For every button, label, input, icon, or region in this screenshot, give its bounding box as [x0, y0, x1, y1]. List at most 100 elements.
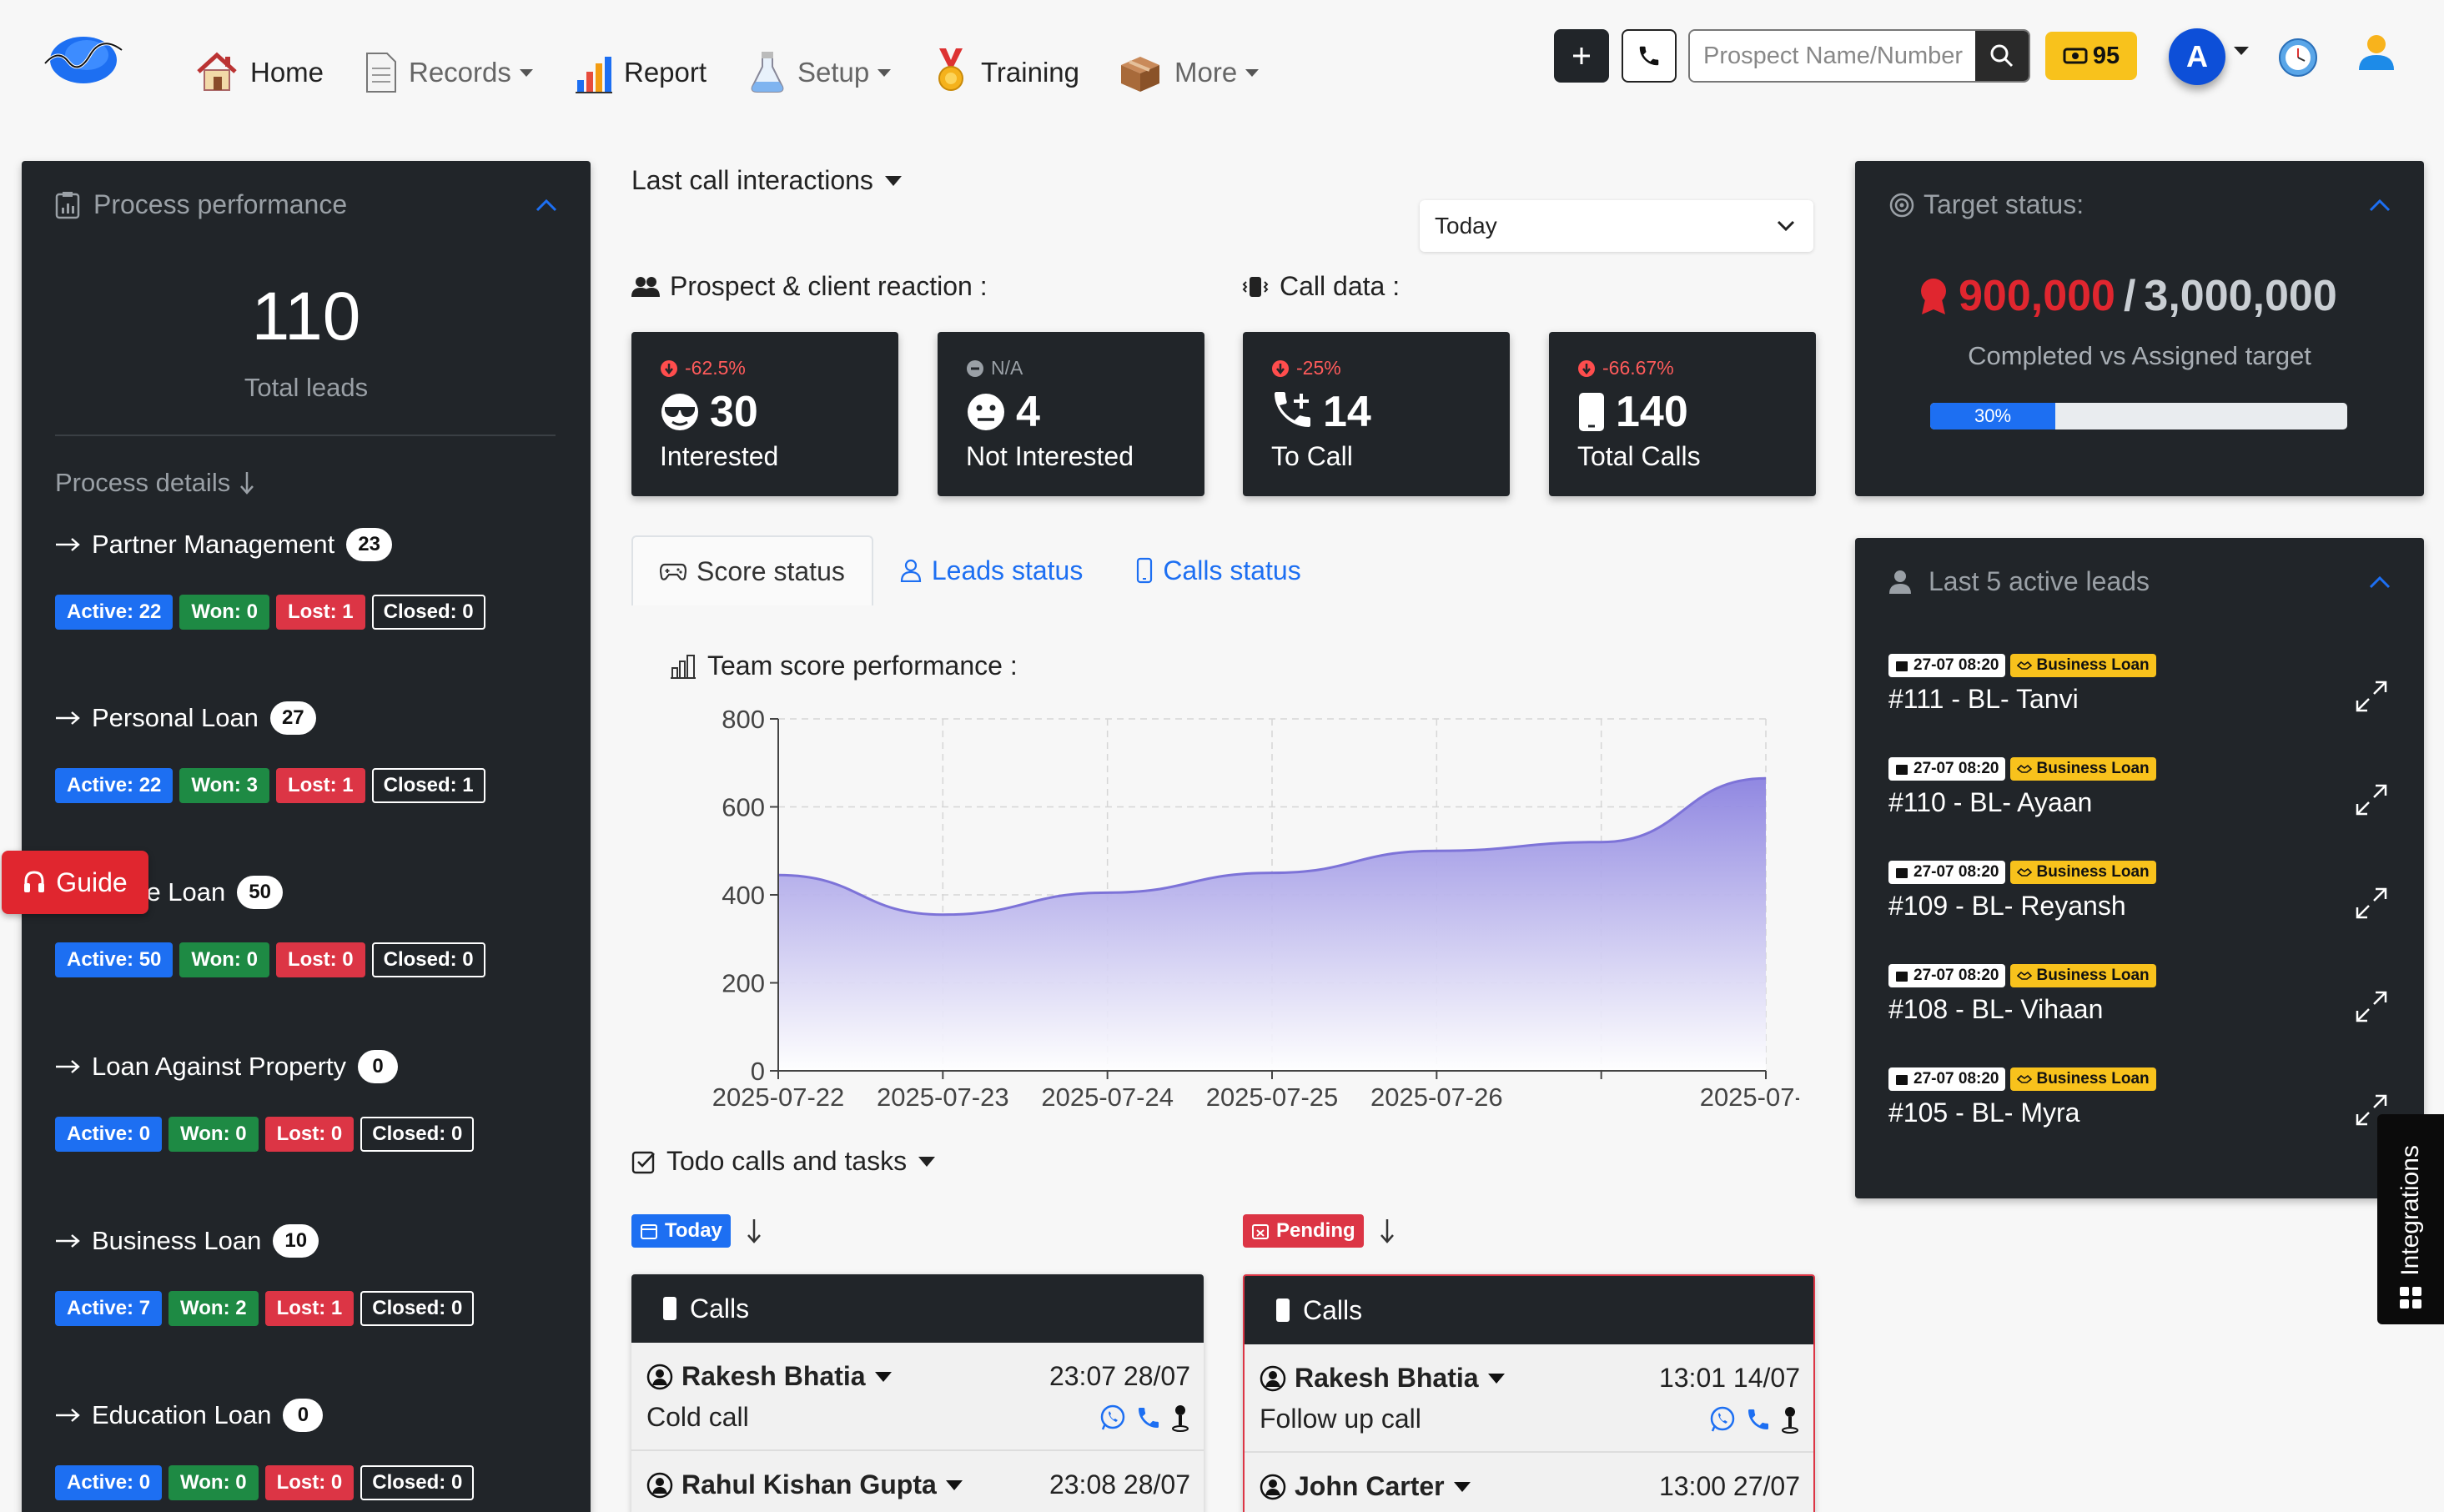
active-leads-title: Last 5 active leads [1929, 566, 2150, 596]
expand-icon[interactable] [2354, 782, 2389, 817]
avatar-caret-icon[interactable] [2234, 47, 2249, 55]
expand-icon[interactable] [2354, 989, 2389, 1024]
process-item[interactable]: Loan Against Property 0 [55, 1050, 399, 1083]
caret-down-icon[interactable] [874, 1371, 893, 1383]
stat-card-to-call[interactable]: -25% 14 To Call [1243, 332, 1510, 496]
lead-item[interactable]: 27-07 08:20 Business Loan #110 - BL- Ayaan [1888, 757, 2389, 857]
nav-more[interactable]: More [1118, 20, 1260, 93]
lead-process: Business Loan [2036, 863, 2150, 881]
guide-button[interactable]: Guide [2, 851, 148, 914]
person-pin-icon[interactable] [1780, 1405, 1800, 1434]
avatar[interactable]: A [2169, 28, 2225, 85]
status-badge-closed[interactable]: Closed: 0 [360, 1291, 475, 1326]
status-badge-closed[interactable]: Closed: 0 [371, 942, 485, 977]
process-item[interactable]: Partner Management 23 [55, 528, 392, 561]
caret-down-icon[interactable] [1453, 1481, 1471, 1493]
process-item[interactable]: Personal Loan 27 [55, 701, 316, 735]
stat-card-total-calls[interactable]: -66.67% 140 Total Calls [1549, 332, 1816, 496]
call-contact[interactable]: John Carter [1260, 1471, 1471, 1502]
lead-item[interactable]: 27-07 08:20 Business Loan #109 - BL- Reyan… [1888, 861, 2389, 961]
arrow-down-icon[interactable] [746, 1218, 762, 1244]
call-row[interactable]: Rahul Kishan Gupta 23:08 28/07 [631, 1451, 1204, 1512]
expand-icon[interactable] [2354, 886, 2389, 921]
process-item[interactable]: Business Loan 10 [55, 1224, 319, 1258]
search-button[interactable] [1975, 31, 2029, 81]
integrations-tab[interactable]: Integrations [2377, 1114, 2444, 1324]
todo-toggle[interactable]: Todo calls and tasks [631, 1146, 937, 1177]
period-select[interactable]: Today [1420, 200, 1813, 252]
call-row[interactable]: Rakesh Bhatia 23:07 28/07 Cold call [631, 1343, 1204, 1451]
tab-leads-status[interactable]: Leads status [873, 535, 1109, 605]
chevron-up-icon[interactable] [2369, 194, 2391, 216]
profile-button[interactable] [2356, 32, 2397, 73]
status-badge-active[interactable]: Active: 22 [55, 768, 173, 803]
person-pin-icon[interactable] [1170, 1404, 1190, 1432]
whatsapp-icon[interactable] [1099, 1404, 1127, 1432]
caret-down-icon[interactable] [945, 1479, 963, 1491]
coins-badge[interactable]: 95 [2045, 32, 2137, 80]
status-badge-active[interactable]: Active: 22 [55, 595, 173, 630]
status-badge-lost[interactable]: Lost: 1 [275, 595, 365, 630]
chevron-up-icon[interactable] [2369, 571, 2391, 593]
status-badge-won[interactable]: Won: 0 [179, 595, 269, 630]
call-contact[interactable]: Rahul Kishan Gupta [646, 1469, 963, 1500]
nav-report[interactable]: Report [576, 20, 707, 93]
status-badge-won[interactable]: Won: 0 [168, 1465, 259, 1500]
status-badge-active[interactable]: Active: 0 [55, 1465, 163, 1500]
status-badge-closed[interactable]: Closed: 0 [360, 1117, 475, 1152]
process-count-badge: 0 [283, 1399, 324, 1432]
call-contact[interactable]: Rakesh Bhatia [646, 1361, 893, 1392]
status-badge-closed[interactable]: Closed: 0 [360, 1465, 475, 1500]
status-badge-won[interactable]: Won: 0 [179, 942, 269, 977]
tab-calls-status[interactable]: Calls status [1109, 535, 1327, 605]
add-button[interactable] [1554, 29, 1609, 83]
process-item[interactable]: Education Loan 0 [55, 1399, 324, 1432]
chevron-up-icon[interactable] [536, 194, 557, 216]
timezone-button[interactable] [2277, 37, 2319, 78]
lead-item[interactable]: 27-07 08:20 Business Loan #108 - BL- Vihaa… [1888, 964, 2389, 1064]
whatsapp-icon[interactable] [1708, 1405, 1737, 1434]
last-call-interactions-toggle[interactable]: Last call interactions [631, 165, 903, 196]
call-contact[interactable]: Rakesh Bhatia [1260, 1363, 1506, 1394]
status-badge-lost[interactable]: Lost: 0 [275, 942, 365, 977]
search-icon [1990, 44, 2014, 68]
stat-card-interested[interactable]: -62.5% 30 Interested [631, 332, 898, 496]
status-badge-won[interactable]: Won: 3 [179, 768, 269, 803]
arrow-down-circle-icon [1272, 359, 1289, 377]
stat-value-row: 30 [660, 388, 898, 436]
app-logo[interactable] [43, 30, 123, 87]
arrow-down-icon[interactable] [1379, 1218, 1395, 1244]
call-time: 13:01 14/07 [1658, 1363, 1800, 1393]
status-badge-lost[interactable]: Lost: 1 [275, 768, 365, 803]
status-badge-closed[interactable]: Closed: 0 [371, 595, 485, 630]
phone-icon[interactable] [1135, 1404, 1162, 1431]
expand-icon[interactable] [2354, 679, 2389, 714]
status-badge-won[interactable]: Won: 2 [168, 1291, 259, 1326]
stat-card-not-interested[interactable]: N/A 4 Not Interested [938, 332, 1204, 496]
lead-item[interactable]: 27-07 08:20 Business Loan #111 - BL- Tanvi [1888, 654, 2389, 754]
nav-records[interactable]: Records [364, 20, 533, 93]
status-badge-lost[interactable]: Lost: 0 [264, 1465, 355, 1500]
phone-icon[interactable] [1745, 1406, 1772, 1433]
tab-score-status[interactable]: Score status [631, 535, 873, 605]
nav-training[interactable]: Training [933, 20, 1079, 93]
todo-today-header: Today [631, 1214, 762, 1248]
lead-process-tag: Business Loan [2010, 861, 2156, 884]
today-badge[interactable]: Today [631, 1214, 731, 1248]
nav-home[interactable]: Home [195, 20, 324, 93]
call-row[interactable]: John Carter 13:00 27/07 [1245, 1453, 1813, 1512]
status-badge-active[interactable]: Active: 0 [55, 1117, 163, 1152]
status-badge-active[interactable]: Active: 7 [55, 1291, 163, 1326]
pending-badge[interactable]: Pending [1243, 1214, 1364, 1248]
status-badge-active[interactable]: Active: 50 [55, 942, 173, 977]
status-badge-lost[interactable]: Lost: 1 [264, 1291, 355, 1326]
status-badge-lost[interactable]: Lost: 0 [264, 1117, 355, 1152]
status-badge-closed[interactable]: Closed: 1 [371, 768, 485, 803]
call-row[interactable]: Rakesh Bhatia 13:01 14/07 Follow up call [1245, 1344, 1813, 1453]
search-input[interactable] [1690, 31, 1975, 81]
nav-setup[interactable]: Setup [749, 20, 892, 93]
status-badge-won[interactable]: Won: 0 [168, 1117, 259, 1152]
caret-down-icon[interactable] [1487, 1373, 1506, 1384]
dialer-button[interactable] [1622, 29, 1677, 83]
lead-item[interactable]: 27-07 08:20 Business Loan #105 - BL- Myra [1888, 1067, 2389, 1168]
